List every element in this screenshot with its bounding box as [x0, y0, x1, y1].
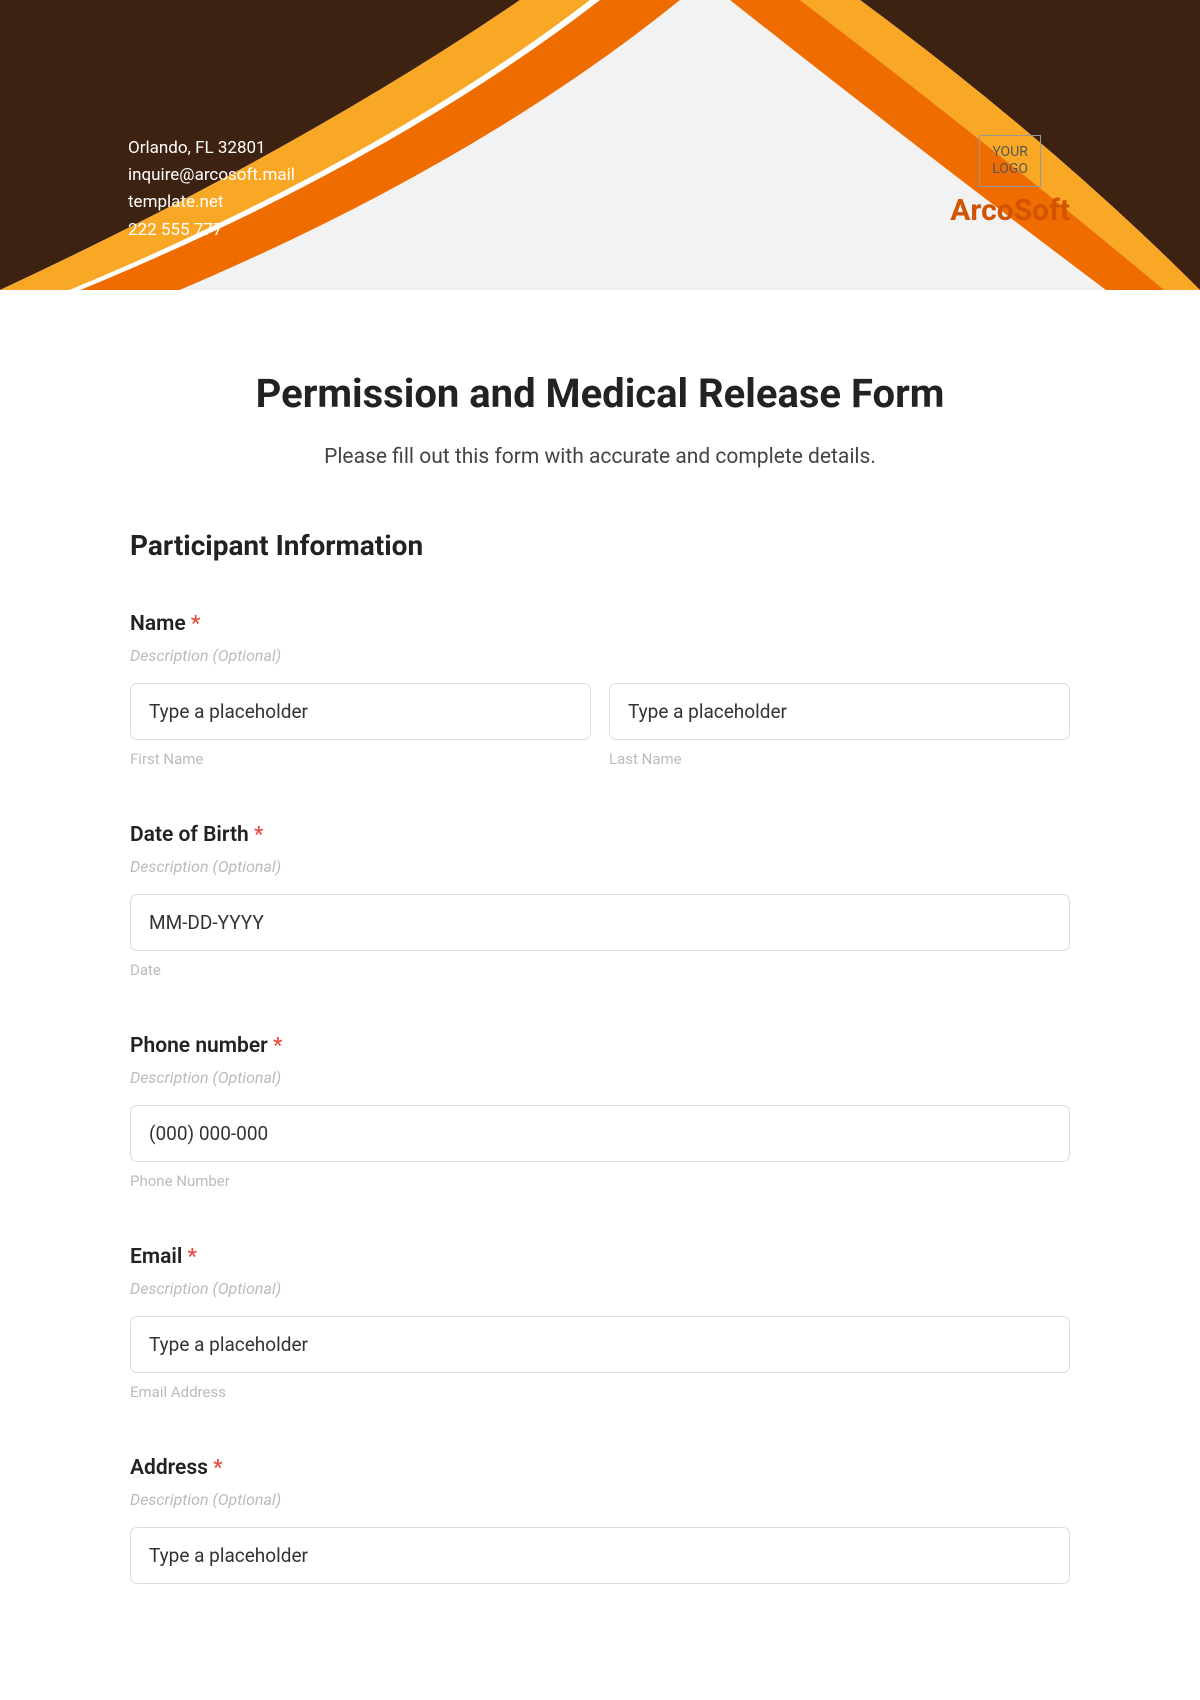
- company-name: ArcoSoft: [950, 193, 1070, 228]
- address-label-text: Address: [130, 1456, 208, 1480]
- header-banner: Orlando, FL 32801 inquire@arcosoft.mail …: [0, 0, 1200, 290]
- required-star-icon: *: [254, 823, 263, 847]
- address-input[interactable]: [130, 1527, 1070, 1584]
- email-sublabel: Email Address: [130, 1383, 1070, 1401]
- phone-input[interactable]: [130, 1105, 1070, 1162]
- dob-label: Date of Birth *: [130, 823, 1070, 847]
- logo-area: YOUR LOGO ArcoSoft: [950, 135, 1070, 228]
- dob-sublabel: Date: [130, 961, 1070, 979]
- first-name-input[interactable]: [130, 683, 591, 740]
- last-name-sublabel: Last Name: [609, 750, 1070, 768]
- field-email: Email * Description (Optional) Email Add…: [130, 1245, 1070, 1401]
- logo-text-line2: LOGO: [992, 161, 1028, 178]
- email-label-text: Email: [130, 1245, 182, 1269]
- company-address: Orlando, FL 32801: [128, 135, 295, 162]
- field-phone: Phone number * Description (Optional) Ph…: [130, 1034, 1070, 1190]
- name-label: Name *: [130, 612, 1070, 636]
- company-contact-block: Orlando, FL 32801 inquire@arcosoft.mail …: [128, 135, 295, 244]
- dob-input[interactable]: [130, 894, 1070, 951]
- field-dob: Date of Birth * Description (Optional) D…: [130, 823, 1070, 979]
- email-input[interactable]: [130, 1316, 1070, 1373]
- dob-description: Description (Optional): [130, 857, 1070, 876]
- address-description: Description (Optional): [130, 1490, 1070, 1509]
- required-star-icon: *: [188, 1245, 197, 1269]
- phone-label: Phone number *: [130, 1034, 1070, 1058]
- company-phone: 222 555 777: [128, 217, 295, 244]
- name-label-text: Name: [130, 612, 186, 636]
- phone-label-text: Phone number: [130, 1034, 268, 1058]
- required-star-icon: *: [213, 1456, 222, 1480]
- first-name-sublabel: First Name: [130, 750, 591, 768]
- logo-text-line1: YOUR: [992, 144, 1028, 161]
- field-address: Address * Description (Optional): [130, 1456, 1070, 1584]
- address-label: Address *: [130, 1456, 1070, 1480]
- company-email: inquire@arcosoft.mail: [128, 162, 295, 189]
- required-star-icon: *: [273, 1034, 282, 1058]
- email-label: Email *: [130, 1245, 1070, 1269]
- phone-sublabel: Phone Number: [130, 1172, 1070, 1190]
- form-subtitle: Please fill out this form with accurate …: [130, 445, 1070, 469]
- form-content: Permission and Medical Release Form Plea…: [0, 290, 1200, 1584]
- logo-placeholder: YOUR LOGO: [979, 135, 1041, 187]
- name-description: Description (Optional): [130, 646, 1070, 665]
- section-title: Participant Information: [130, 529, 1070, 562]
- company-website: template.net: [128, 189, 295, 216]
- phone-description: Description (Optional): [130, 1068, 1070, 1087]
- required-star-icon: *: [191, 612, 200, 636]
- field-name: Name * Description (Optional) First Name…: [130, 612, 1070, 768]
- form-title: Permission and Medical Release Form: [130, 370, 1070, 417]
- email-description: Description (Optional): [130, 1279, 1070, 1298]
- dob-label-text: Date of Birth: [130, 823, 249, 847]
- last-name-input[interactable]: [609, 683, 1070, 740]
